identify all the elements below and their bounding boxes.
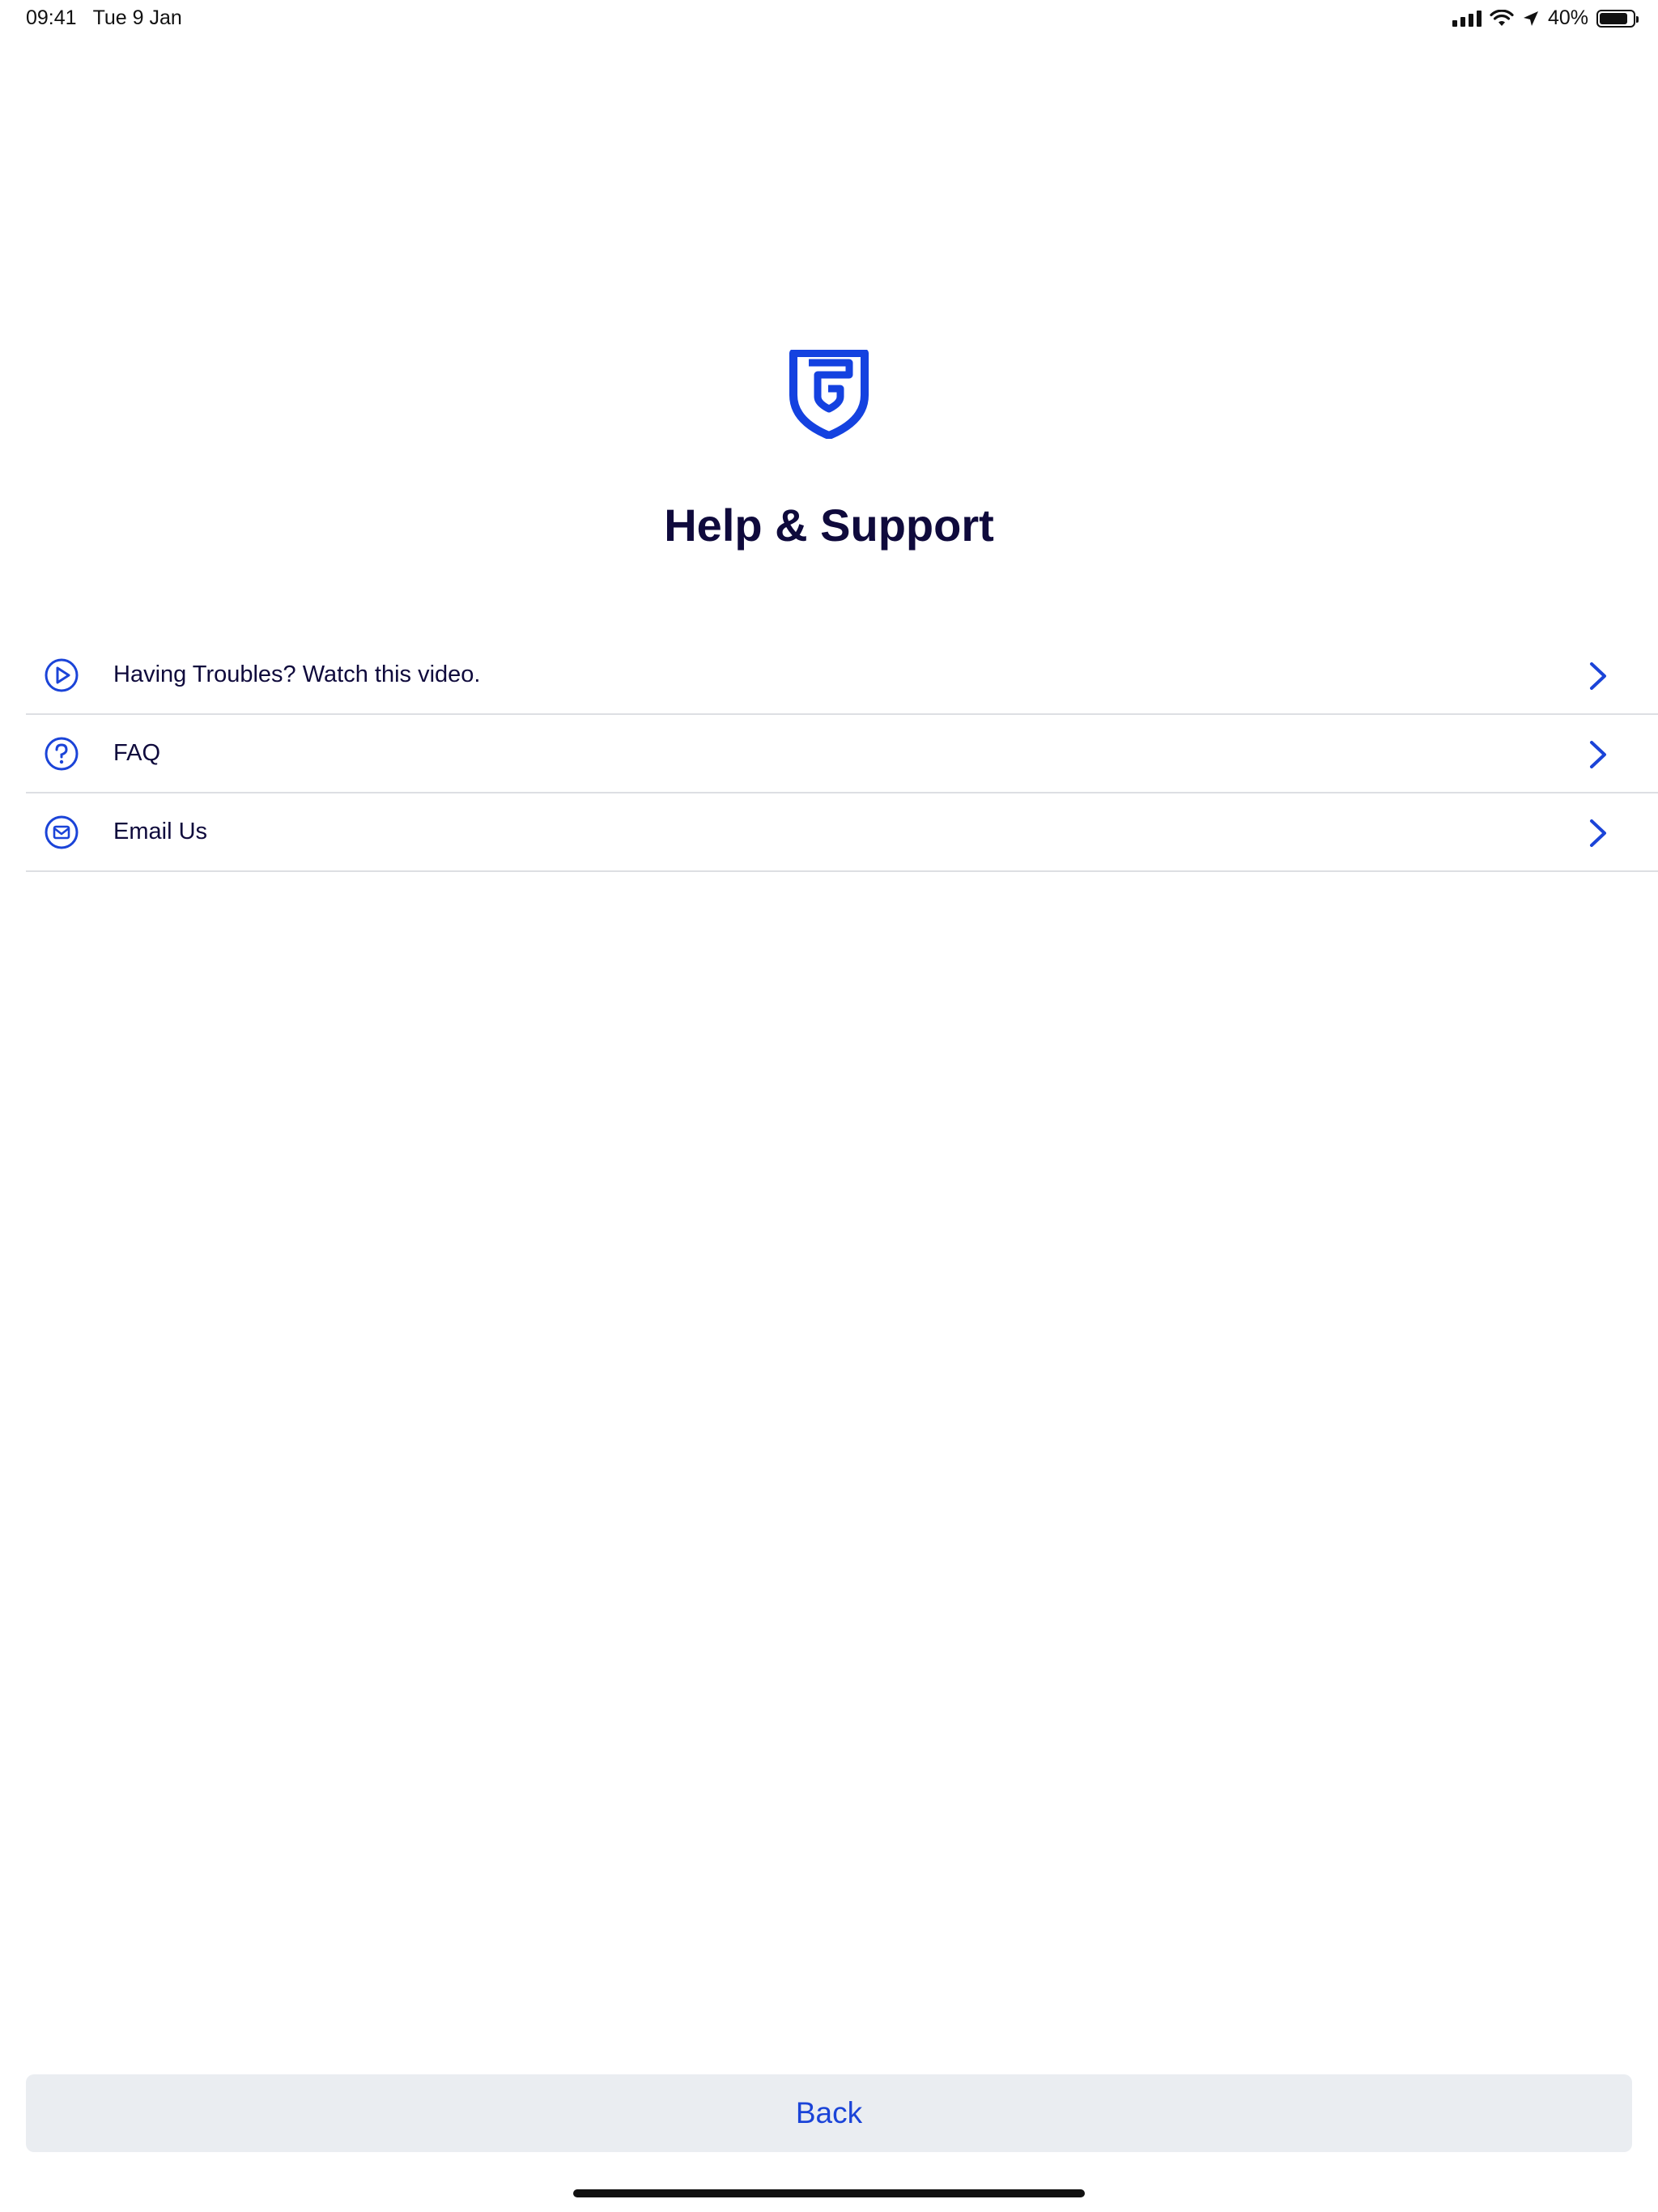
battery-icon [1596,9,1639,28]
help-menu-list: Having Troubles? Watch this video. FAQ E… [26,636,1658,872]
status-time: 09:41 [26,6,77,29]
mail-circle-icon [45,815,79,849]
question-circle-icon [45,737,79,770]
chevron-right-icon [1590,662,1606,690]
menu-item-watch-video[interactable]: Having Troubles? Watch this video. [26,636,1658,715]
cellular-signal-icon [1452,10,1482,27]
chevron-right-icon [1590,819,1606,847]
status-date: Tue 9 Jan [92,6,182,29]
battery-level [1600,12,1627,24]
home-indicator[interactable] [573,2189,1085,2197]
status-bar: 09:41 Tue 9 Jan 40% [0,0,1658,39]
menu-item-label: FAQ [113,740,161,766]
menu-item-faq[interactable]: FAQ [26,715,1658,793]
play-circle-icon [45,658,79,691]
status-right: 40% [1452,6,1639,30]
menu-item-label: Email Us [113,819,208,844]
chevron-right-icon [1590,741,1606,768]
menu-item-label: Having Troubles? Watch this video. [113,661,481,687]
status-left: 09:41 Tue 9 Jan [26,6,182,30]
menu-item-email-us[interactable]: Email Us [26,793,1658,872]
wifi-icon [1490,9,1514,26]
back-button[interactable]: Back [26,2074,1632,2152]
battery-percent: 40% [1547,6,1588,29]
page-title: Help & Support [664,500,994,551]
location-arrow-icon [1523,11,1538,26]
shield-logo-icon [789,350,869,439]
